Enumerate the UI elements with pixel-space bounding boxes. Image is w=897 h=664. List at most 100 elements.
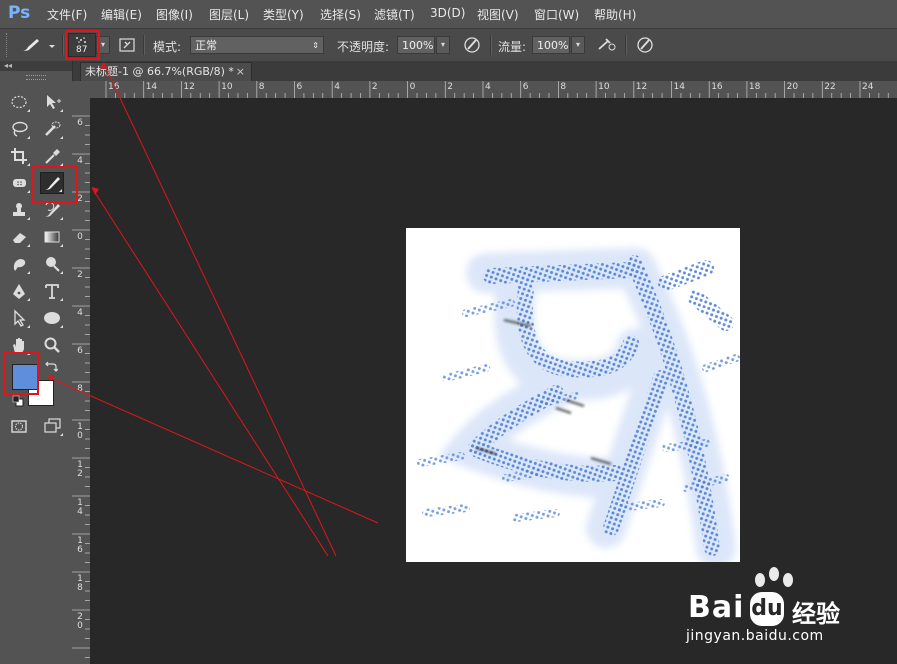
type-tool[interactable] (40, 280, 64, 302)
ruler-label: 8 (258, 82, 265, 92)
ruler-label: 4 (334, 82, 340, 92)
ellipse-shape-icon (44, 312, 60, 324)
flow-label: 流量: (498, 40, 527, 54)
blend-mode-select[interactable]: 正常 ⇕ (190, 36, 324, 54)
ruler-label: 10 (77, 422, 83, 441)
menu-file[interactable]: 文件(F) (47, 6, 87, 23)
ellipse-shape-tool[interactable] (40, 307, 64, 329)
pen-tool[interactable] (7, 280, 31, 302)
ruler-label: 20 (786, 82, 799, 92)
crop-tool[interactable] (7, 145, 31, 167)
airbrush-button[interactable] (596, 35, 618, 55)
ruler-label: 8 (77, 384, 83, 394)
clone-stamp-tool[interactable] (7, 199, 31, 221)
path-selection-tool[interactable] (7, 307, 31, 329)
menu-image[interactable]: 图像(I) (156, 6, 193, 23)
ruler-label: 16 (108, 82, 120, 92)
menu-view[interactable]: 视图(V) (477, 6, 519, 23)
quick-mask-icon (11, 420, 27, 433)
ruler-label: 10 (221, 82, 233, 92)
watermark-brand: Bai (688, 590, 745, 625)
opacity-dropdown[interactable]: ▾ (436, 36, 450, 54)
blur-tool[interactable] (7, 253, 31, 275)
menu-layer[interactable]: 图层(L) (209, 6, 249, 23)
annotation-box-foreground-color (4, 352, 39, 395)
document-tab[interactable]: 未标题-1 @ 66.7%(RGB/8) * × (80, 62, 252, 81)
mode-label: 模式: (153, 40, 182, 54)
menu-select[interactable]: 选择(S) (320, 6, 361, 23)
ruler-label: 6 (522, 82, 529, 92)
quick-mask-button[interactable] (7, 415, 31, 437)
ruler-label: 16 (711, 82, 723, 92)
options-separator (625, 35, 627, 55)
options-bar-grip[interactable] (6, 33, 11, 57)
ruler-label: 8 (560, 82, 567, 92)
menu-type[interactable]: 类型(Y) (263, 6, 304, 23)
swap-arrows-icon (45, 361, 59, 372)
zoom-tool[interactable] (40, 334, 64, 356)
document-canvas[interactable] (406, 228, 740, 562)
ruler-label: 6 (296, 82, 303, 92)
opacity-label: 不透明度: (337, 40, 390, 54)
ruler-origin[interactable] (72, 81, 91, 99)
elliptical-marquee-tool[interactable] (7, 91, 31, 113)
pressure-size-button[interactable] (634, 35, 656, 55)
horizontal-ruler-ticks (105, 81, 889, 98)
ruler-label: 6 (77, 346, 83, 356)
ruler-label: 4 (77, 308, 83, 318)
flow-dropdown[interactable]: ▾ (571, 36, 585, 54)
options-separator (143, 35, 145, 55)
close-tab-icon[interactable]: × (236, 63, 245, 81)
brush-panel-icon (119, 38, 135, 52)
annotation-box-brush-tool (31, 166, 78, 203)
dodge-icon (46, 257, 60, 272)
eyedropper-tool[interactable] (40, 145, 64, 167)
menu-bar: Ps 文件(F) 编辑(E) 图像(I) 图层(L) 类型(Y) 选择(S) 滤… (0, 0, 897, 29)
app-logo-text: Ps (8, 3, 31, 23)
ruler-label: 22 (824, 82, 836, 92)
options-separator (62, 35, 64, 55)
opacity-field[interactable]: 100% (397, 36, 435, 54)
screen-mode-button[interactable] (40, 415, 64, 437)
eraser-tool[interactable] (7, 226, 31, 248)
ruler-label: 12 (77, 460, 83, 479)
type-t-icon (45, 284, 59, 299)
pressure-opacity-button[interactable] (461, 35, 483, 55)
horizontal-ruler[interactable]: 16 14 12 10 8 6 4 2 0 2 4 6 8 10 12 14 16 18 20 22 24 (90, 81, 897, 99)
stamp-icon (13, 203, 25, 216)
toolbox-collapse-bar[interactable]: ◂◂ (0, 61, 72, 71)
ruler-label: 4 (77, 156, 83, 166)
ruler-label: 10 (598, 82, 610, 92)
default-colors-button[interactable] (12, 395, 24, 407)
history-brush-icon (45, 201, 60, 217)
crop-icon (11, 148, 27, 164)
ruler-label: 16 (77, 536, 83, 555)
quick-selection-tool[interactable] (40, 118, 64, 140)
elliptical-marquee-icon (11, 95, 27, 109)
photoshop-logo: Ps (0, 0, 40, 28)
options-separator (490, 35, 492, 55)
options-bar: 87 ▾ 模式: 正常 ⇕ 不透明度: 100% ▾ 流量: 100% ▾ (0, 29, 897, 62)
spot-healing-tool[interactable] (7, 172, 31, 194)
move-tool[interactable] (40, 91, 64, 113)
menu-window[interactable]: 窗口(W) (534, 6, 579, 23)
move-icon (47, 95, 61, 109)
menu-3d[interactable]: 3D(D) (430, 6, 465, 20)
swap-colors-button[interactable] (44, 361, 59, 373)
screen-mode-icon (44, 418, 61, 433)
flow-field[interactable]: 100% (532, 36, 570, 54)
gradient-icon (44, 231, 60, 243)
tool-preset-picker[interactable] (18, 35, 58, 55)
select-arrows-icon: ⇕ (312, 41, 319, 50)
smudge-finger-icon (13, 259, 26, 271)
toolbox-grip[interactable] (26, 75, 46, 80)
lasso-tool[interactable] (7, 118, 31, 140)
menu-help[interactable]: 帮助(H) (594, 6, 636, 23)
dodge-tool[interactable] (40, 253, 64, 275)
toggle-brush-panel-button[interactable] (117, 36, 137, 54)
menu-filter[interactable]: 滤镜(T) (374, 6, 415, 23)
ruler-label: 6 (77, 118, 83, 128)
menu-edit[interactable]: 编辑(E) (101, 6, 142, 23)
ruler-label: 4 (485, 82, 491, 92)
gradient-tool[interactable] (40, 226, 64, 248)
